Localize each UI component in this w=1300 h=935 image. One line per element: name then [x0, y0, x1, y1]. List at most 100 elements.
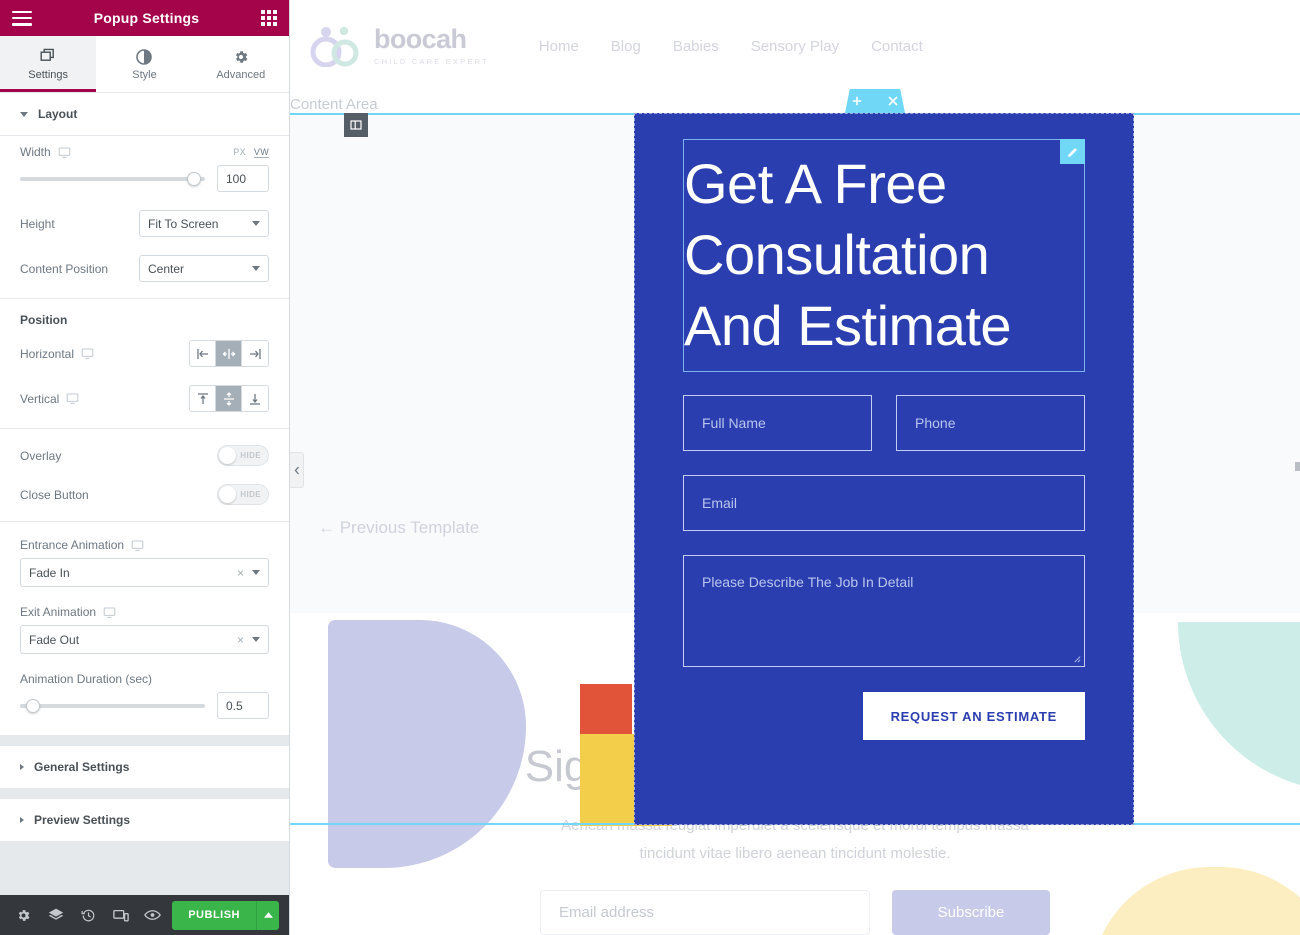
content-area-label: Content Area [290, 96, 378, 113]
width-value-input[interactable]: 100 [217, 165, 269, 192]
full-name-input[interactable]: Full Name [683, 395, 872, 452]
tab-advanced[interactable]: Advanced [193, 36, 289, 92]
section-general-settings-title: General Settings [34, 760, 130, 774]
entrance-animation-value: Fade In [29, 565, 70, 580]
nav-item-sensory-play[interactable]: Sensory Play [751, 38, 839, 55]
chevron-left-icon [294, 466, 299, 474]
section-layout-title: Layout [38, 107, 78, 121]
height-select[interactable]: Fit To Screen [139, 210, 269, 237]
plus-icon[interactable] [852, 96, 862, 106]
request-estimate-button[interactable]: REQUEST AN ESTIMATE [862, 692, 1085, 741]
publish-options-caret[interactable] [256, 900, 279, 930]
form-submit-row: REQUEST AN ESTIMATE [683, 692, 1085, 741]
panel-body: Layout Width PX VW 100 Height Fit To Scr… [0, 93, 289, 895]
close-button-label: Close Button [20, 487, 89, 502]
right-resize-nub[interactable] [1295, 462, 1300, 471]
unit-vw[interactable]: VW [253, 147, 269, 158]
section-edit-handle[interactable] [845, 89, 905, 113]
section-layout-header[interactable]: Layout [0, 93, 289, 135]
contrast-style-icon [136, 48, 153, 65]
desktop-device-icon[interactable] [131, 539, 144, 552]
responsive-mode-icon[interactable] [107, 902, 133, 929]
nav-item-blog[interactable]: Blog [611, 38, 641, 55]
exit-animation-select[interactable]: Fade Out × [20, 625, 269, 654]
phone-input[interactable]: Phone [896, 395, 1085, 452]
job-description-textarea[interactable]: Please Describe The Job In Detail [683, 555, 1085, 668]
overlay-control: Overlay HIDE [0, 429, 289, 475]
popup-content: Get A Free Consultation And Estimate Ful… [634, 113, 1134, 825]
clear-x-icon[interactable]: × [237, 566, 252, 580]
align-top-button[interactable] [190, 386, 216, 411]
align-center-button[interactable] [216, 341, 242, 366]
entrance-animation-select[interactable]: Fade In × [20, 558, 269, 587]
tab-style[interactable]: Style [96, 36, 192, 92]
tab-settings[interactable]: Settings [0, 36, 97, 92]
desktop-device-icon[interactable] [103, 606, 116, 619]
duration-value-input[interactable]: 0.5 [217, 692, 269, 719]
content-position-select[interactable]: Center [139, 255, 269, 282]
resize-handle-icon[interactable] [1072, 654, 1081, 663]
publish-button[interactable]: PUBLISH [172, 900, 256, 930]
chevron-down-icon [252, 266, 260, 271]
duration-slider-knob[interactable] [25, 698, 40, 713]
panel-collapse-toggle[interactable] [290, 452, 304, 488]
pencil-edit-icon[interactable] [1060, 139, 1085, 164]
newsletter-subscribe-button[interactable]: Subscribe [892, 890, 1050, 935]
preview-eye-icon[interactable] [140, 902, 166, 929]
chevron-right-icon [20, 817, 24, 823]
align-right-button[interactable] [242, 341, 268, 366]
close-button-toggle-state: HIDE [240, 490, 261, 499]
close-button-control: Close Button HIDE [0, 475, 289, 521]
column-handle-icon[interactable] [344, 113, 368, 137]
desktop-device-icon[interactable] [58, 146, 71, 159]
nav-item-contact[interactable]: Contact [871, 38, 923, 55]
entrance-animation-label: Entrance Animation [20, 538, 125, 552]
duration-slider-track[interactable] [20, 698, 205, 713]
editor-canvas: boocah CHILD CARE EXPERT Home Blog Babie… [290, 0, 1300, 935]
unit-px[interactable]: PX [233, 147, 246, 158]
overlay-label: Overlay [20, 448, 62, 463]
align-middle-button[interactable] [216, 386, 242, 411]
email-input[interactable]: Email [683, 475, 1085, 532]
nav-item-babies[interactable]: Babies [673, 38, 719, 55]
history-icon[interactable] [75, 902, 101, 929]
section-preview-settings-title: Preview Settings [34, 813, 131, 827]
section-animations: Entrance Animation Fade In × Exit Animat… [0, 522, 289, 736]
animation-duration-label: Animation Duration (sec) [20, 672, 153, 686]
layers-icon[interactable] [42, 902, 68, 929]
exit-animation-label: Exit Animation [20, 605, 97, 619]
popup-heading-widget[interactable]: Get A Free Consultation And Estimate [683, 139, 1085, 373]
close-x-icon[interactable] [888, 96, 898, 106]
width-slider-track[interactable] [20, 171, 205, 186]
boocah-logo-icon [310, 25, 362, 68]
exit-animation-value: Fade Out [29, 632, 80, 647]
height-control: Height Fit To Screen [0, 201, 289, 246]
panel-tabs: Settings Style Advanced [0, 36, 289, 93]
dots-grid-icon[interactable] [870, 97, 880, 105]
vertical-control: Vertical [0, 376, 289, 428]
hamburger-icon[interactable] [12, 10, 32, 26]
desktop-device-icon[interactable] [81, 347, 94, 360]
vertical-align-choices [189, 385, 269, 412]
vertical-label-wrap: Vertical [20, 392, 79, 406]
section-general-settings-header[interactable]: General Settings [0, 746, 289, 788]
align-bottom-button[interactable] [242, 386, 268, 411]
grid-apps-icon[interactable] [261, 10, 277, 26]
content-position-control: Content Position Center [0, 246, 289, 298]
section-preview-settings-header[interactable]: Preview Settings [0, 799, 289, 841]
section-visibility-toggles: Overlay HIDE Close Button HIDE [0, 429, 289, 522]
width-control: Width PX VW 100 [0, 136, 289, 201]
overlay-toggle[interactable]: HIDE [217, 445, 269, 466]
nav-item-home[interactable]: Home [539, 38, 579, 55]
previous-template-link[interactable]: ← Previous Template [318, 518, 479, 538]
clear-x-icon[interactable]: × [237, 633, 252, 647]
newsletter-email-input[interactable]: Email address [540, 890, 870, 935]
width-slider-knob[interactable] [186, 171, 201, 186]
align-left-button[interactable] [190, 341, 216, 366]
desktop-device-icon[interactable] [66, 392, 79, 405]
close-button-toggle[interactable]: HIDE [217, 484, 269, 505]
height-label: Height [20, 216, 55, 231]
site-logo[interactable]: boocah CHILD CARE EXPERT [310, 25, 489, 68]
gear-icon[interactable] [10, 902, 36, 929]
form-row-name-phone: Full Name Phone [683, 395, 1085, 452]
